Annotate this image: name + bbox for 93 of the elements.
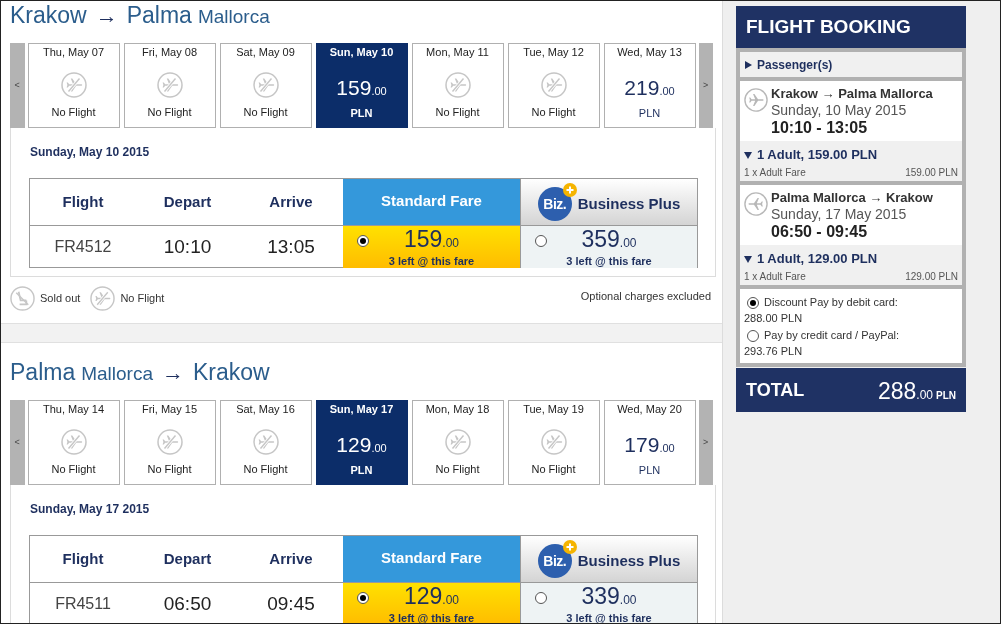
passengers-toggle[interactable]: Passenger(s) bbox=[740, 52, 962, 77]
plane-icon bbox=[744, 88, 768, 112]
crossed-plane-icon bbox=[444, 72, 471, 98]
date-card[interactable]: Tue, May 19 No Flight bbox=[507, 400, 600, 485]
radio-button[interactable] bbox=[357, 235, 369, 247]
total-amount: 288.00 PLN bbox=[877, 377, 956, 407]
table-cell-text: 10:10 bbox=[162, 234, 213, 259]
radio-button[interactable] bbox=[535, 592, 547, 604]
crossed-plane-icon bbox=[156, 72, 183, 98]
plane-icon bbox=[744, 192, 768, 216]
fare-note: 3 left @ this fare bbox=[566, 612, 652, 623]
radio-button[interactable] bbox=[747, 296, 759, 309]
fare-price: 129.00 bbox=[403, 585, 460, 611]
crossed-seat-icon bbox=[10, 286, 35, 311]
leg-times: 10:10 - 13:05 bbox=[771, 118, 869, 137]
date-card[interactable]: Wed, May 20 179.00 PLN bbox=[603, 400, 696, 485]
payment-label: Pay by credit card / PayPal: bbox=[764, 328, 900, 343]
column-header: Arrive bbox=[268, 548, 314, 569]
date-heading: Sunday, May 17 2015 bbox=[29, 502, 151, 516]
legend-label: Sold out bbox=[40, 291, 81, 307]
panel-title: FLIGHT BOOKING bbox=[736, 6, 966, 48]
date-heading: Sunday, May 10 2015 bbox=[29, 145, 151, 159]
fare-line-label: 1 x Adult Fare bbox=[744, 166, 806, 180]
date-card[interactable]: Sun, May 17 129.00 PLN bbox=[315, 400, 408, 485]
next-dates-button[interactable]: > bbox=[698, 43, 713, 128]
payment-amount: 288.00 PLN bbox=[744, 311, 804, 326]
charges-note: Optional charges excluded bbox=[580, 289, 711, 305]
fare-header: Standard Fare bbox=[343, 179, 520, 225]
fare-header: Standard Fare bbox=[343, 536, 520, 582]
fare-note: 3 left @ this fare bbox=[388, 255, 475, 268]
legend-label: No Flight bbox=[120, 291, 165, 307]
next-dates-button[interactable]: > bbox=[698, 400, 713, 485]
table-cell-text: 13:05 bbox=[266, 234, 316, 259]
column-header: Depart bbox=[162, 548, 213, 569]
prev-dates-button[interactable]: < bbox=[10, 400, 25, 485]
leg-route: Krakow → Palma Mallorca bbox=[771, 86, 933, 102]
table-cell-text: FR4511 bbox=[54, 594, 112, 614]
column-header: Arrive bbox=[268, 191, 314, 212]
biz-logo: Biz. bbox=[537, 544, 572, 578]
fare-line-label: 1 x Adult Fare bbox=[744, 270, 806, 284]
crossed-plane-icon bbox=[540, 429, 567, 455]
table-cell-text: 06:50 bbox=[162, 591, 213, 616]
date-card[interactable]: Mon, May 11 No Flight bbox=[411, 43, 504, 128]
column-header: Depart bbox=[162, 191, 213, 212]
crossed-plane-icon bbox=[156, 429, 183, 455]
leg-times: 06:50 - 09:45 bbox=[771, 222, 869, 241]
crossed-plane-icon bbox=[444, 429, 471, 455]
date-card[interactable]: Tue, May 12 No Flight bbox=[507, 43, 600, 128]
date-card[interactable]: Sat, May 16 No Flight bbox=[219, 400, 312, 485]
fare-summary-toggle[interactable]: 1 Adult, 159.00 PLN bbox=[744, 147, 878, 163]
table-cell-text: 09:45 bbox=[266, 591, 316, 616]
prev-dates-button[interactable]: < bbox=[10, 43, 25, 128]
date-card[interactable]: Sun, May 10 159.00 PLN bbox=[315, 43, 408, 128]
radio-button[interactable] bbox=[747, 329, 759, 342]
leg-route: Palma Mallorca → Krakow bbox=[771, 190, 933, 206]
crossed-plane-icon bbox=[252, 429, 279, 455]
crossed-plane-icon bbox=[90, 286, 116, 311]
payment-amount: 293.76 PLN bbox=[744, 344, 804, 359]
fare-note: 3 left @ this fare bbox=[388, 612, 475, 623]
total-label: TOTAL bbox=[746, 378, 805, 402]
date-card[interactable]: Sat, May 09 No Flight bbox=[219, 43, 312, 128]
biz-logo: Biz. bbox=[537, 187, 572, 221]
route-title: Palma Mallorca → Krakow bbox=[10, 358, 271, 386]
table-cell-text: FR4512 bbox=[53, 237, 113, 257]
plus-icon bbox=[562, 183, 577, 197]
date-card[interactable]: Fri, May 15 No Flight bbox=[123, 400, 216, 485]
fare-line-amount: 159.00 PLN bbox=[905, 166, 958, 180]
date-card[interactable]: Mon, May 18 No Flight bbox=[411, 400, 504, 485]
date-card[interactable]: Thu, May 07 No Flight bbox=[27, 43, 120, 128]
leg-date: Sunday, 10 May 2015 bbox=[771, 102, 908, 118]
date-card[interactable]: Fri, May 08 No Flight bbox=[123, 43, 216, 128]
crossed-plane-icon bbox=[540, 72, 567, 98]
column-header: Flight bbox=[61, 548, 105, 569]
fare-price: 359.00 bbox=[581, 228, 637, 254]
payment-label: Discount Pay by debit card: bbox=[764, 295, 898, 310]
radio-button[interactable] bbox=[535, 235, 547, 247]
route-title: Krakow → Palma Mallorca bbox=[10, 1, 271, 29]
date-card[interactable]: Wed, May 13 219.00 PLN bbox=[603, 43, 696, 128]
fare-title: Business Plus bbox=[577, 193, 681, 214]
crossed-plane-icon bbox=[60, 72, 87, 98]
fare-price: 159.00 bbox=[403, 228, 460, 254]
column-header: Flight bbox=[61, 191, 105, 212]
fare-price: 339.00 bbox=[581, 585, 637, 611]
fare-title: Business Plus bbox=[577, 550, 681, 571]
crossed-plane-icon bbox=[60, 429, 87, 455]
fare-summary-toggle[interactable]: 1 Adult, 129.00 PLN bbox=[744, 251, 878, 267]
plus-icon bbox=[562, 540, 577, 554]
fare-note: 3 left @ this fare bbox=[566, 255, 652, 268]
radio-button[interactable] bbox=[357, 592, 369, 604]
date-card[interactable]: Thu, May 14 No Flight bbox=[27, 400, 120, 485]
leg-date: Sunday, 17 May 2015 bbox=[771, 206, 908, 222]
fare-line-amount: 129.00 PLN bbox=[905, 270, 958, 284]
crossed-plane-icon bbox=[252, 72, 279, 98]
